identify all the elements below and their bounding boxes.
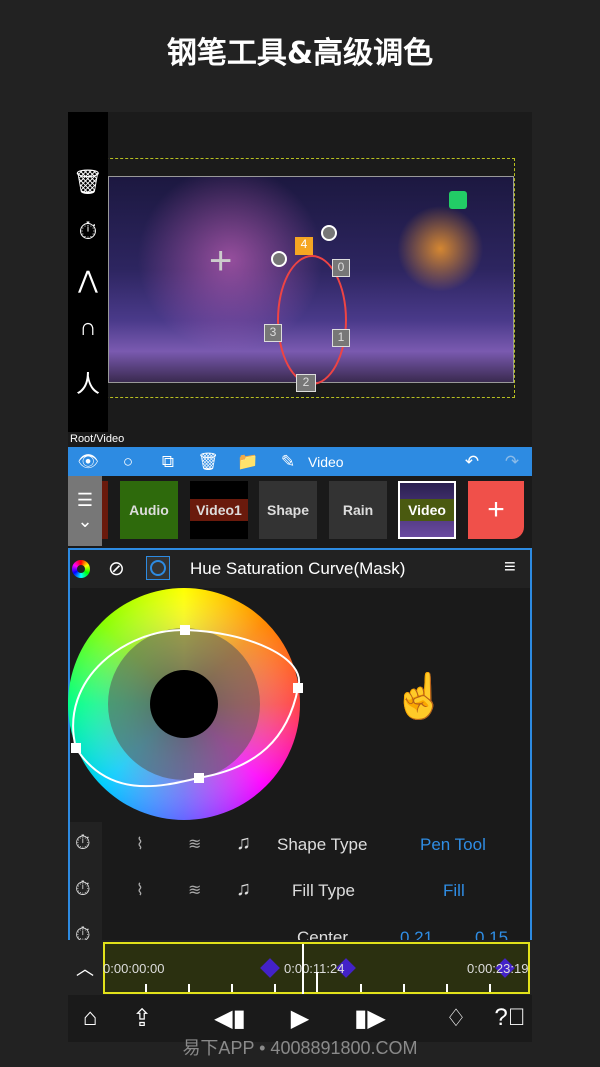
selection-bounds (85, 158, 515, 398)
circle-icon[interactable]: ○ (108, 452, 148, 472)
track-menu-button[interactable]: ☰ ⌄ (68, 476, 102, 546)
watermark: 易下APP • 4008891800.COM (182, 1038, 418, 1058)
wave-icon[interactable]: ≋ (188, 880, 201, 900)
track-audio[interactable]: Audio (120, 481, 178, 539)
undo-icon[interactable]: ↶ (452, 452, 492, 472)
home-icon[interactable]: ⌂ (72, 1004, 108, 1032)
track-video[interactable]: Video (398, 481, 456, 539)
param-value[interactable]: Pen Tool (420, 835, 486, 855)
param-value-x[interactable]: 0.21 (400, 928, 433, 940)
param-value-y[interactable]: 0.15 (475, 928, 508, 940)
next-frame-icon[interactable]: ▮▶ (352, 1004, 388, 1033)
stopwatch-icon[interactable]: ⏱ (75, 924, 91, 940)
pencil-icon[interactable]: ✎ (268, 452, 308, 472)
color-wheel-icon[interactable] (72, 560, 90, 578)
corner-point-icon[interactable]: ⋀ (72, 266, 104, 295)
diamond-premium-icon[interactable]: ♢ (438, 1004, 474, 1033)
export-icon[interactable]: ⇪ (124, 1004, 160, 1033)
track-label: Video1 (190, 499, 248, 521)
layer-name[interactable]: Video (308, 454, 344, 470)
curve-point (71, 743, 81, 753)
stopwatch-icon[interactable]: ⏱ (75, 878, 91, 901)
stopwatch-icon[interactable]: ⏱ (75, 832, 91, 855)
timecode-start: 0:00:00:00 (103, 961, 165, 976)
curve-point (293, 683, 303, 693)
param-label: Center (297, 928, 349, 940)
param-row-center[interactable]: ⏱ Center 0.21 0.15 (70, 914, 530, 940)
curve-point (194, 773, 204, 783)
curve-point (180, 625, 190, 635)
redo-icon[interactable]: ↷ (492, 452, 532, 472)
graph-icon[interactable]: ⌇ (136, 834, 144, 854)
copy-icon[interactable]: ⧉ (148, 452, 188, 472)
help-icon[interactable]: ?⃝ (492, 1004, 528, 1032)
timecode-end: 0:00:23:19 (467, 961, 529, 976)
panel-title: Hue Saturation Curve(Mask) (190, 559, 406, 578)
add-track-button[interactable]: + (468, 481, 524, 539)
timecode-current: 0:00:11:24 (284, 961, 345, 976)
playhead-tick (316, 972, 318, 992)
wave-icon[interactable]: ≋ (188, 834, 201, 854)
list-icon: ☰ (76, 490, 94, 510)
track-label: Video (400, 499, 454, 521)
chevron-up-icon[interactable]: ︿ (76, 955, 94, 981)
mask-icon[interactable] (146, 556, 170, 580)
folder-icon[interactable]: 📁 (228, 452, 268, 472)
menu-icon[interactable]: ≡ (504, 556, 516, 579)
music-note-icon[interactable]: ♫ (236, 832, 251, 855)
hue-saturation-wheel[interactable] (68, 588, 308, 828)
trash-icon[interactable]: 🗑 (188, 452, 228, 472)
track-rain[interactable]: Rain (329, 481, 387, 539)
music-note-icon[interactable]: ♫ (236, 878, 251, 901)
hand-pointer-icon: ☝ (392, 672, 447, 721)
param-value[interactable]: Fill (443, 881, 465, 901)
track-chip-partial[interactable] (102, 481, 108, 539)
param-row-shape-type[interactable]: ⏱ ⌇ ≋ ♫ Shape Type Pen Tool (70, 822, 530, 868)
layer-path: Root/Video (70, 433, 125, 445)
track-video1[interactable]: Video1 (190, 481, 248, 539)
split-point-icon[interactable]: 人 (72, 364, 104, 399)
eye-icon[interactable]: 👁 (68, 452, 108, 472)
chevron-down-icon: ⌄ (77, 511, 93, 531)
page-title: 钢笔工具&高级调色 (166, 36, 434, 71)
graph-icon[interactable]: ⌇ (136, 880, 144, 900)
curve-point-icon[interactable]: ∩ (72, 314, 104, 342)
previous-frame-icon[interactable]: ◀▮ (212, 1004, 248, 1033)
layer-toolbar: 👁 ○ ⧉ 🗑 📁 ✎ Video ↶ ↷ (68, 447, 532, 476)
param-label: Shape Type (277, 835, 368, 854)
param-label: Fill Type (292, 881, 355, 900)
playhead[interactable] (302, 944, 304, 994)
eye-off-icon[interactable]: ⊘ (108, 556, 125, 581)
param-row-fill-type[interactable]: ⏱ ⌇ ≋ ♫ Fill Type Fill (70, 868, 530, 914)
play-icon[interactable]: ▶ (282, 1004, 318, 1033)
track-shape[interactable]: Shape (259, 481, 317, 539)
stopwatch-icon[interactable]: ⏱ (72, 218, 104, 246)
trash-icon[interactable]: 🗑 (72, 168, 104, 197)
panel-header: ⊘ Hue Saturation Curve(Mask) ≡ (70, 550, 530, 588)
